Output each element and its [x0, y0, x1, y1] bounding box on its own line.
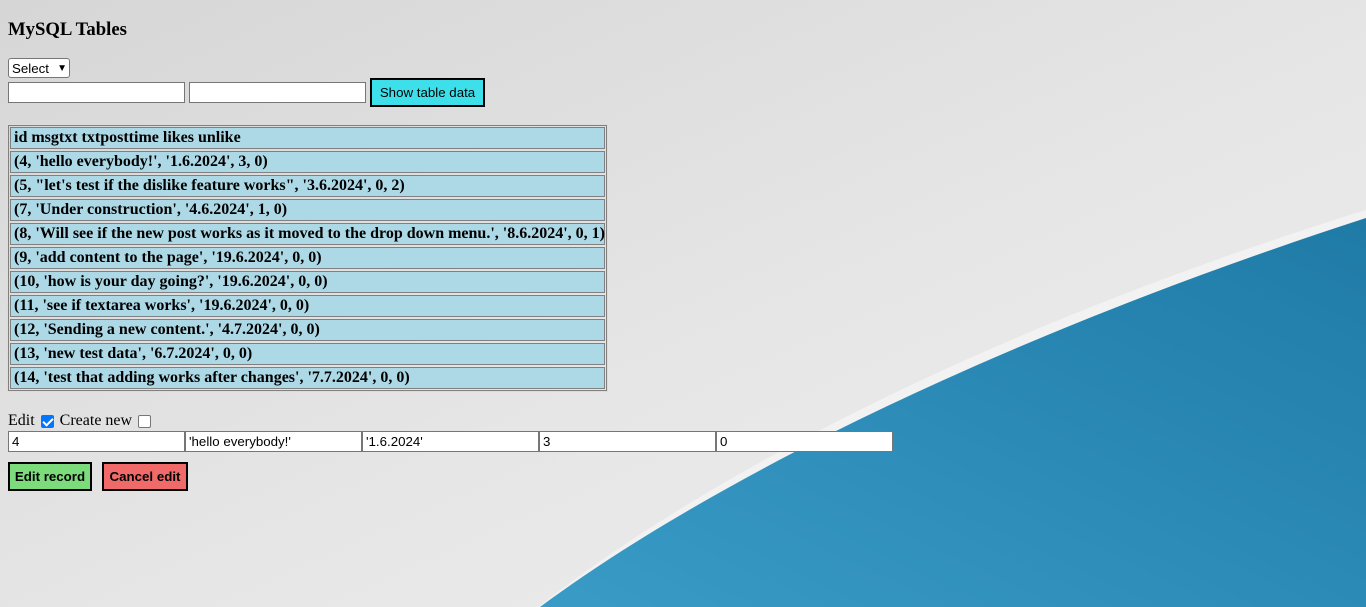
table-row: (9, 'add content to the page', '19.6.202… — [10, 247, 605, 269]
query-input-1[interactable] — [8, 82, 185, 103]
edit-field-msgtxt[interactable]: 'hello everybody!' — [185, 431, 362, 452]
create-new-checkbox[interactable] — [138, 414, 152, 428]
table-select[interactable]: Select ▼ — [8, 58, 70, 78]
edit-field-txtposttime[interactable]: '1.6.2024' — [362, 431, 539, 452]
edit-field-likes[interactable]: 3 — [539, 431, 716, 452]
show-table-data-button[interactable]: Show table data — [370, 78, 485, 107]
data-table: id msgtxt txtposttime likes unlike (4, '… — [7, 124, 608, 392]
page-title: MySQL Tables — [8, 19, 127, 40]
table-row: (7, 'Under construction', '4.6.2024', 1,… — [10, 199, 605, 221]
table-select-value: Select — [12, 60, 49, 76]
table-row: (10, 'how is your day going?', '19.6.202… — [10, 271, 605, 293]
create-new-label: Create new — [59, 412, 133, 429]
query-input-2[interactable] — [189, 82, 366, 103]
table-row: (12, 'Sending a new content.', '4.7.2024… — [10, 319, 605, 341]
edit-record-button[interactable]: Edit record — [8, 462, 92, 491]
table-header: id msgtxt txtposttime likes unlike — [10, 127, 605, 149]
table-row: (4, 'hello everybody!', '1.6.2024', 3, 0… — [10, 151, 605, 173]
edit-field-unlike[interactable]: 0 — [716, 431, 893, 452]
table-row: (11, 'see if textarea works', '19.6.2024… — [10, 295, 605, 317]
chevron-down-icon: ▼ — [57, 62, 67, 74]
table-row: (5, "let's test if the dislike feature w… — [10, 175, 605, 197]
edit-mode-line: Edit Create new — [8, 411, 157, 431]
edit-checkbox[interactable] — [40, 414, 54, 428]
table-row: (8, 'Will see if the new post works as i… — [10, 223, 605, 245]
table-row: (13, 'new test data', '6.7.2024', 0, 0) — [10, 343, 605, 365]
edit-label: Edit — [8, 412, 35, 429]
table-row: (14, 'test that adding works after chang… — [10, 367, 605, 389]
cancel-edit-button[interactable]: Cancel edit — [102, 462, 188, 491]
edit-field-id[interactable]: 4 — [8, 431, 185, 452]
